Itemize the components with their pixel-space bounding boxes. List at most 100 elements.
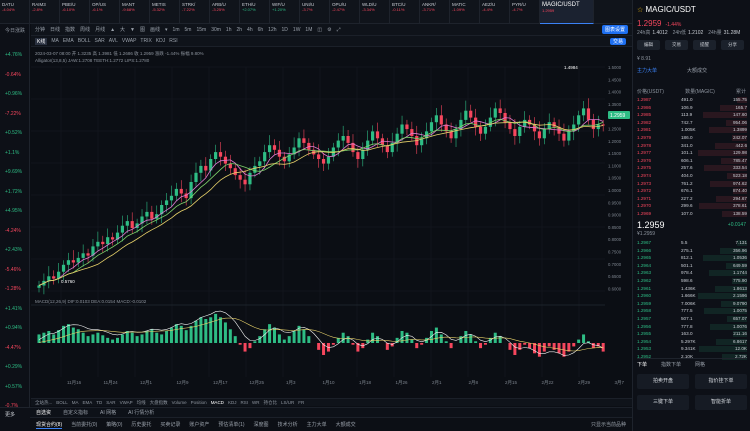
indicator-toggle[interactable]: EMA: [83, 400, 93, 405]
ticker-tab[interactable]: OP/US -6.1%: [90, 0, 120, 24]
overlay-toggle[interactable]: MA: [51, 38, 59, 44]
timeframe-button[interactable]: 日线: [49, 26, 61, 33]
panel-tab[interactable]: 自选资: [36, 409, 51, 416]
bid-row[interactable]: 1.2955 163.0 211.16: [637, 331, 747, 338]
overlay-toggle[interactable]: RSI: [169, 38, 177, 44]
bid-row[interactable]: 1.2961 1.436K 1.8613: [637, 285, 747, 293]
ticker-tab[interactable]: PYR/U -4.7%: [510, 0, 540, 24]
order-tab[interactable]: 大额成交: [336, 421, 356, 428]
ask-row[interactable]: 1.2981 1.005K 1.3899: [637, 127, 747, 134]
indicator-toggle[interactable]: Volume: [172, 400, 187, 405]
bid-row[interactable]: 1.2957 507.1 657.07: [637, 316, 747, 323]
ask-row[interactable]: 1.2986 106.9 165.7: [637, 104, 747, 112]
timeframe-button[interactable]: 6h: [257, 27, 265, 33]
order-tab[interactable]: 策略(0): [106, 421, 122, 428]
timeframe-button[interactable]: 30m: [210, 27, 222, 33]
timeframe-button[interactable]: ⚙: [326, 27, 332, 33]
change-item[interactable]: +0.96%: [5, 91, 22, 97]
timeframe-button[interactable]: 指数: [64, 26, 76, 33]
orderbook-tab[interactable]: 大额成交: [687, 67, 707, 74]
indicator-toggle[interactable]: 持仓比: [263, 400, 277, 406]
order-tab[interactable]: 主力大单: [307, 421, 327, 428]
chart-settings-button[interactable]: 图表设置: [601, 25, 628, 34]
timeframe-button[interactable]: 2h: [235, 27, 243, 33]
change-item[interactable]: +1.1%: [5, 150, 19, 156]
ask-row[interactable]: 1.2978 341.0 442.6: [637, 142, 747, 150]
timeframe-button[interactable]: 4h: [246, 27, 254, 33]
timeframe-button[interactable]: 分钟: [34, 26, 46, 33]
ticker-tab[interactable]: AEZ/U -4.4%: [480, 0, 510, 24]
indicator-toggle[interactable]: VWAP: [120, 400, 133, 405]
star-icon[interactable]: ☆: [637, 7, 643, 14]
change-item[interactable]: -7.22%: [5, 111, 21, 117]
timeframe-button[interactable]: 1D: [281, 27, 289, 33]
timeframe-button[interactable]: ▾: [164, 27, 169, 33]
bid-row[interactable]: 1.2963 978.4 1.1744: [637, 270, 747, 277]
timeframe-button[interactable]: ⤢: [336, 27, 342, 33]
overlay-toggle[interactable]: BOLL: [78, 38, 91, 44]
change-item[interactable]: -0.64%: [5, 72, 21, 78]
timeframe-button[interactable]: ▼: [129, 27, 136, 33]
ask-row[interactable]: 1.2970 299.6 378.61: [637, 203, 747, 210]
indicator-toggle[interactable]: LS/UR: [281, 400, 294, 405]
bid-row[interactable]: 1.2953 9.341K 12.0K: [637, 346, 747, 353]
ticker-tab[interactable]: MATIC -1.09%: [450, 0, 480, 24]
order-tab[interactable]: 技术分析: [278, 421, 298, 428]
order-tab[interactable]: 预估清单(1): [218, 421, 244, 428]
overlay-toggle[interactable]: KDJ: [156, 38, 165, 44]
ticker-tab-active[interactable]: MAGIC/USDT 1.2959: [540, 0, 594, 24]
indicator-toggle[interactable]: Position: [191, 400, 207, 405]
timeframe-button[interactable]: 12h: [267, 27, 277, 33]
ask-row[interactable]: 1.2987 491.0 155.75: [637, 97, 747, 104]
indicator-toggle[interactable]: WR: [252, 400, 260, 405]
order-tab[interactable]: 深度图: [254, 421, 269, 428]
trade-card[interactable]: 三键下单: [637, 395, 689, 410]
ticker-tab[interactable]: WIF/U +1.20%: [270, 0, 300, 24]
overlay-toggle[interactable]: K线: [35, 37, 48, 45]
action-button[interactable]: 分享: [721, 40, 744, 50]
ask-row[interactable]: 1.2985 113.9 147.60: [637, 112, 747, 119]
timeframe-button[interactable]: ◫: [316, 27, 323, 33]
timeframe-button[interactable]: ▲: [109, 27, 116, 33]
ticker-tab[interactable]: UNI/U -3.7%: [300, 0, 330, 24]
bid-row[interactable]: 1.2967 5.5 7.131: [637, 240, 747, 247]
ticker-tab[interactable]: BTC/U -0.11%: [390, 0, 420, 24]
change-item[interactable]: +0.57%: [5, 384, 22, 390]
bid-row[interactable]: 1.2959 7.006K 9.0790: [637, 300, 747, 308]
change-item[interactable]: +4.95%: [5, 208, 22, 214]
trade-card[interactable]: 智能折单: [695, 395, 747, 410]
ask-row[interactable]: 1.2977 101.1 129.98: [637, 150, 747, 157]
timeframe-button[interactable]: 月线: [94, 26, 106, 33]
timeframe-button[interactable]: 画线: [149, 26, 161, 33]
change-item[interactable]: -4.47%: [5, 345, 21, 351]
action-button[interactable]: 提醒: [693, 40, 716, 50]
timeframe-button[interactable]: 1M: [304, 27, 313, 33]
only-current-toggle[interactable]: 只显示当前品种: [591, 421, 626, 428]
ask-row[interactable]: 1.2979 186.0 242.07: [637, 135, 747, 142]
timeframe-button[interactable]: 15m: [195, 27, 207, 33]
bid-row[interactable]: 1.2956 777.8 1.0076: [637, 323, 747, 331]
bid-row[interactable]: 1.2954 5.297K 6.8617: [637, 338, 747, 346]
ask-row[interactable]: 1.2982 742.7 954.06: [637, 119, 747, 127]
change-item[interactable]: +0.94%: [5, 325, 22, 331]
change-item[interactable]: -4.24%: [5, 228, 21, 234]
indicator-toggle[interactable]: 全站热...: [35, 400, 52, 406]
indicator-toggle[interactable]: 大盘指数: [150, 400, 168, 406]
indicator-toggle[interactable]: TD: [96, 400, 102, 405]
order-tab[interactable]: 账户资产: [189, 421, 209, 428]
trade-tab[interactable]: 指数下单: [661, 361, 681, 368]
panel-tab[interactable]: AI 行情分析: [128, 409, 154, 416]
order-tab[interactable]: 历史委托: [131, 421, 151, 428]
action-button[interactable]: 交易: [665, 40, 688, 50]
change-item[interactable]: +0.29%: [5, 364, 22, 370]
sidebar-footer[interactable]: 更多: [0, 407, 30, 431]
bid-row[interactable]: 1.2960 1.666K 2.1596: [637, 293, 747, 300]
ticker-tab[interactable]: OPU/U -2.47%: [330, 0, 360, 24]
indicator-toggle[interactable]: MACD: [211, 400, 224, 405]
ticker-tab[interactable]: RAIM3 -2.8%: [30, 0, 60, 24]
ticker-tab[interactable]: MANT -9.68%: [120, 0, 150, 24]
ticker-tab[interactable]: ARB/U -3.25%: [210, 0, 240, 24]
order-tab[interactable]: 现货合约(8): [36, 421, 63, 429]
bid-row[interactable]: 1.2964 501.1 649.59: [637, 262, 747, 270]
change-item[interactable]: +9.69%: [5, 169, 22, 175]
